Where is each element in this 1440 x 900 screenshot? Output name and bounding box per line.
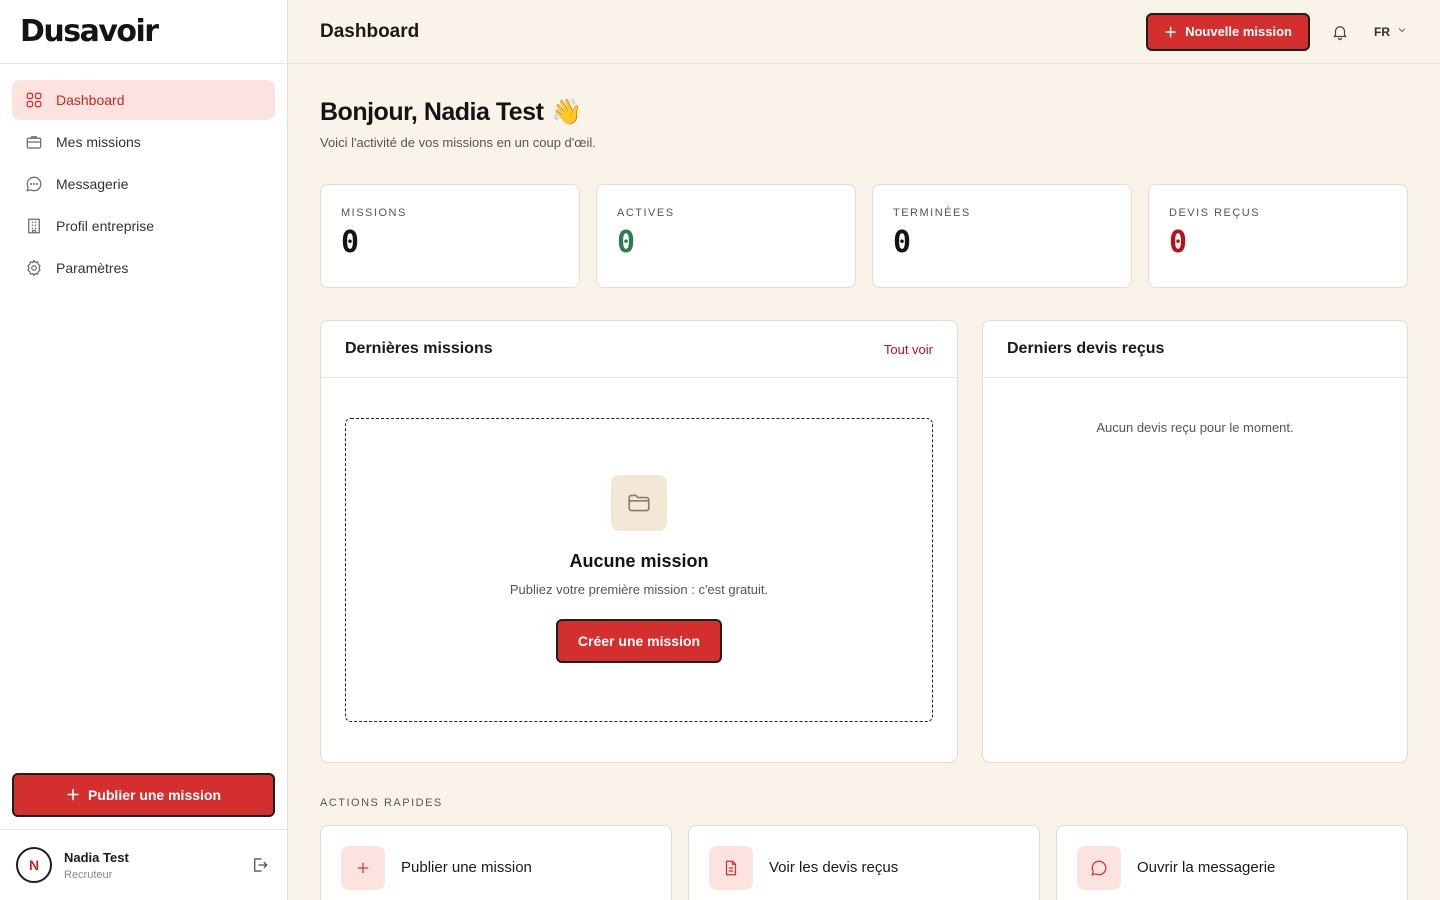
new-mission-button[interactable]: ＋ Nouvelle mission <box>1146 12 1310 51</box>
stat-label: DEVIS REÇUS <box>1169 207 1261 219</box>
stat-card-actives: ACTIVES 0 <box>596 184 856 288</box>
stat-card-devis: DEVIS REÇUS 0 <box>1148 184 1408 288</box>
sidebar-item-profil[interactable]: Profil entreprise <box>12 206 275 246</box>
quick-action-label: Ouvrir la messagerie <box>1137 859 1276 876</box>
bell-icon[interactable] <box>1328 20 1352 44</box>
quick-action-messages[interactable]: Ouvrir la messagerie <box>1056 825 1408 900</box>
briefcase-icon <box>24 132 44 152</box>
chevron-down-icon <box>1396 24 1408 39</box>
waving-hand-icon: 👋 <box>551 98 583 126</box>
quick-actions-heading: ACTIONS RAPIDES <box>320 797 443 809</box>
publish-mission-button[interactable]: ＋ Publier une mission <box>12 773 275 817</box>
panel-title: Derniers devis reçus <box>1007 340 1165 357</box>
sidebar-item-label: Dashboard <box>56 92 125 108</box>
user-profile: N Nadia Test Recruteur <box>0 829 287 900</box>
new-mission-label: Nouvelle mission <box>1185 24 1292 39</box>
stat-value: 0 <box>893 225 912 260</box>
sidebar-item-label: Messagerie <box>56 176 129 192</box>
empty-title: Aucune mission <box>569 551 709 571</box>
quotes-empty-text: Aucun devis reçu pour le moment. <box>1096 420 1294 435</box>
main-content: Bonjour, Nadia Test 👋 Voici l'activité d… <box>320 64 1408 900</box>
greeting: Bonjour, Nadia Test 👋 <box>320 98 1408 127</box>
stat-card-terminees: TERMINÉES 0 <box>872 184 1132 288</box>
quick-action-publish[interactable]: Publier une mission <box>320 825 672 900</box>
empty-state: Aucune mission Publiez votre première mi… <box>345 418 933 722</box>
sidebar: Dusavoir Dashboard Mes missions Messager… <box>0 0 288 900</box>
stat-label: ACTIVES <box>617 207 675 219</box>
grid-icon <box>24 90 44 110</box>
panel-title: Dernières missions <box>345 340 493 357</box>
stat-label: TERMINÉES <box>893 207 971 219</box>
sidebar-item-parametres[interactable]: Paramètres <box>12 248 275 288</box>
stat-label: MISSIONS <box>341 207 407 219</box>
sidebar-nav: Dashboard Mes missions Messagerie Profil… <box>0 64 287 306</box>
panel-header: Derniers devis reçus <box>983 321 1407 378</box>
greeting-text: Bonjour, Nadia Test <box>320 98 544 126</box>
stat-value: 0 <box>1169 225 1188 260</box>
quick-action-quotes[interactable]: Voir les devis reçus <box>688 825 1040 900</box>
stats-row: MISSIONS 0 ACTIVES 0 TERMINÉES 0 DEVIS R… <box>320 184 1408 288</box>
stat-value: 0 <box>617 225 636 260</box>
chat-icon <box>24 174 44 194</box>
language-selector[interactable]: FR <box>1374 24 1408 39</box>
sidebar-item-label: Paramètres <box>56 260 129 276</box>
plus-icon <box>341 846 385 890</box>
building-icon <box>24 216 44 236</box>
gear-icon <box>24 258 44 278</box>
logo[interactable]: Dusavoir <box>0 0 287 64</box>
publish-mission-label: Publier une mission <box>87 787 222 803</box>
sidebar-item-missions[interactable]: Mes missions <box>12 122 275 162</box>
create-mission-button[interactable]: Créer une mission <box>555 619 723 663</box>
stat-value: 0 <box>341 225 360 260</box>
avatar[interactable]: N <box>16 847 52 883</box>
plus-icon: ＋ <box>1164 25 1178 40</box>
sidebar-item-label: Mes missions <box>56 134 141 150</box>
user-role: Recruteur <box>64 868 113 881</box>
language-label: FR <box>1374 24 1390 39</box>
panel-header: Dernières missions Tout voir <box>321 321 957 378</box>
stat-card-missions: MISSIONS 0 <box>320 184 580 288</box>
quick-action-label: Publier une mission <box>401 859 532 876</box>
user-name: Nadia Test <box>64 849 129 865</box>
chat-icon <box>1077 846 1121 890</box>
sidebar-item-label: Profil entreprise <box>56 218 155 234</box>
page-title: Dashboard <box>320 20 420 42</box>
empty-subtitle: Publiez votre première mission : c'est g… <box>509 582 769 597</box>
plus-icon: ＋ <box>65 787 80 803</box>
sidebar-item-dashboard[interactable]: Dashboard <box>12 80 275 120</box>
see-all-link[interactable]: Tout voir <box>884 342 933 357</box>
sidebar-item-messagerie[interactable]: Messagerie <box>12 164 275 204</box>
logout-icon[interactable] <box>249 854 271 876</box>
greeting-subtitle: Voici l'activité de vos missions en un c… <box>320 135 596 150</box>
document-icon <box>709 846 753 890</box>
topbar: Dashboard ＋ Nouvelle mission FR <box>288 0 1440 64</box>
user-info: Nadia Test Recruteur <box>64 850 249 881</box>
folder-icon <box>611 475 667 531</box>
latest-quotes-panel: Derniers devis reçus Aucun devis reçu po… <box>982 320 1408 763</box>
quick-action-label: Voir les devis reçus <box>769 859 899 876</box>
latest-missions-panel: Dernières missions Tout voir Aucune miss… <box>320 320 958 763</box>
quick-actions: Publier une mission Voir les devis reçus… <box>320 825 1408 900</box>
